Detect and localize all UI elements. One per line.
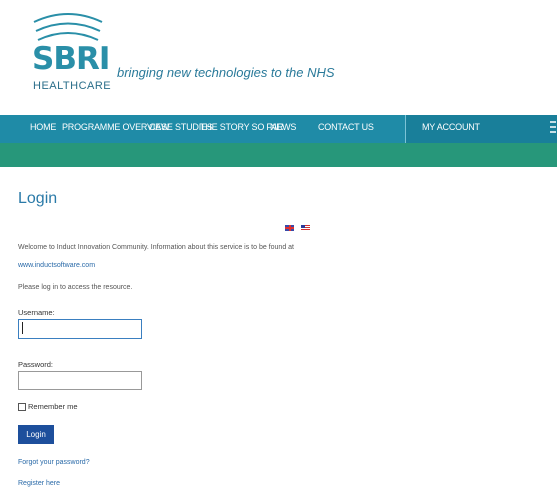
us-flag-icon[interactable] (301, 225, 310, 231)
username-input[interactable] (18, 319, 142, 339)
login-instruction: Please log in to access the resource. (18, 284, 133, 291)
logo-text: SBRI (32, 41, 110, 77)
login-button[interactable]: Login (18, 425, 54, 444)
logo-subtext: HEALTHCARE (33, 80, 112, 92)
text-caret (22, 322, 23, 334)
welcome-text: Welcome to Induct Innovation Community. … (18, 244, 294, 251)
nav-home[interactable]: HOME (30, 122, 56, 132)
remember-me-checkbox[interactable] (18, 403, 26, 411)
password-label: Password: (18, 360, 54, 369)
tagline: bringing new technologies to the NHS (117, 65, 335, 80)
account-menu-icon[interactable] (549, 120, 557, 134)
forgot-password-link[interactable]: Forgot your password? (18, 459, 90, 466)
remember-me-label[interactable]: Remember me (28, 402, 78, 411)
site-link[interactable]: www.inductsoftware.com (18, 262, 95, 269)
nav-news[interactable]: NEWS (270, 122, 296, 132)
password-input[interactable] (18, 371, 142, 390)
page-title: Login (18, 190, 58, 207)
nav-contact-us[interactable]: CONTACT US (318, 122, 374, 132)
uk-flag-icon[interactable] (285, 225, 294, 231)
nav-my-account[interactable]: MY ACCOUNT (422, 122, 480, 132)
username-label: Username: (18, 308, 55, 317)
sub-nav-bar (0, 143, 557, 167)
logo-arcs-icon (33, 13, 103, 41)
register-link[interactable]: Register here (18, 480, 60, 487)
